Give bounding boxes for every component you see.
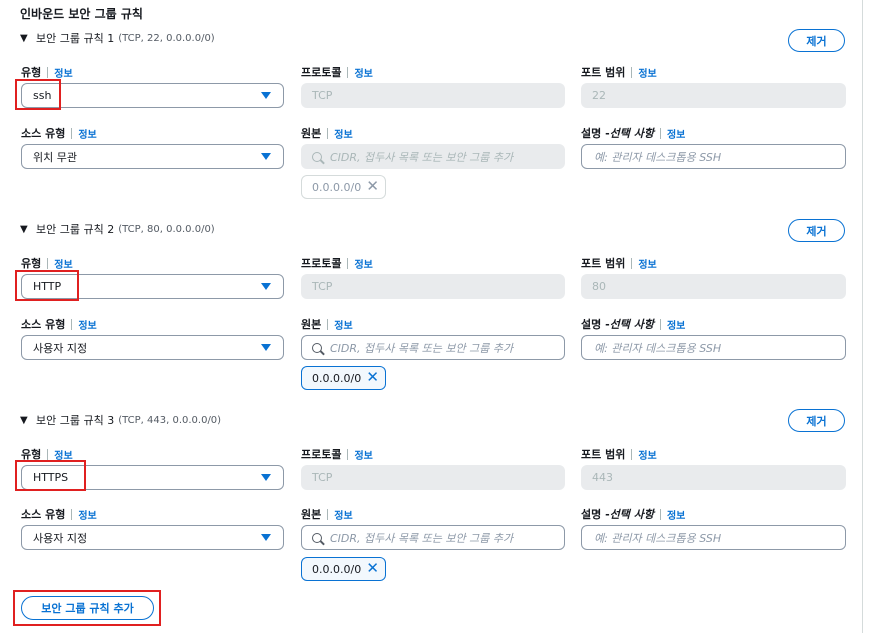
info-link[interactable]: 정보 — [54, 256, 72, 271]
rule-2-type-label: 유형 정보 — [21, 256, 73, 271]
search-icon — [312, 342, 322, 353]
rule-1-summary: (TCP, 22, 0.0.0.0/0) — [118, 32, 215, 44]
caret-down-icon: ▼ — [20, 223, 28, 235]
info-link[interactable]: 정보 — [78, 317, 96, 332]
rule-1-remove-button[interactable]: 제거 — [788, 29, 845, 52]
rule-2-source-type-label: 소스 유형 정보 — [21, 317, 97, 332]
info-link[interactable]: 정보 — [638, 447, 656, 462]
rule-1-source-label: 원본 정보 — [301, 126, 353, 141]
rule-2-description-input[interactable]: 예: 관리자 데스크톱용 SSH — [581, 335, 846, 360]
rule-1-source-type-label: 소스 유형 정보 — [21, 126, 97, 141]
rule-2-header[interactable]: ▼ 보안 그룹 규칙 2 (TCP, 80, 0.0.0.0/0) — [20, 221, 215, 237]
rule-2-port-label: 포트 범위 정보 — [581, 256, 657, 271]
info-link[interactable]: 정보 — [334, 126, 352, 141]
rule-1-source-search-input: CIDR, 접두사 목록 또는 보안 그룹 추가 — [301, 144, 565, 169]
rule-3-header[interactable]: ▼ 보안 그룹 규칙 3 (TCP, 443, 0.0.0.0/0) — [20, 412, 221, 428]
search-icon — [312, 151, 322, 162]
rule-2-type-select[interactable]: HTTP — [21, 274, 284, 299]
rule-3-title: 보안 그룹 규칙 3 — [36, 414, 115, 427]
close-icon[interactable]: ✕ — [366, 370, 379, 385]
info-link[interactable]: 정보 — [354, 447, 372, 462]
caret-down-icon: ▼ — [20, 32, 28, 44]
rule-1-title: 보안 그룹 규칙 1 — [36, 32, 115, 45]
rule-1-type-label: 유형 정보 — [21, 65, 73, 80]
rule-2-source-label: 원본 정보 — [301, 317, 353, 332]
rule-2-title: 보안 그룹 규칙 2 — [36, 223, 115, 236]
inbound-rules-panel: 인바운드 보안 그룹 규칙 ▼ 보안 그룹 규칙 1 (TCP, 22, 0.0… — [0, 0, 863, 633]
rule-2-source-search-input[interactable]: CIDR, 접두사 목록 또는 보안 그룹 추가 — [301, 335, 565, 360]
rule-3-source-token: 0.0.0.0/0 ✕ — [301, 557, 386, 581]
caret-down-icon: ▼ — [20, 414, 28, 426]
dropdown-caret-icon — [261, 92, 271, 99]
rule-3-source-type-label: 소스 유형 정보 — [21, 507, 97, 522]
close-icon[interactable]: ✕ — [366, 561, 379, 576]
rule-1-protocol-label: 프로토콜 정보 — [301, 65, 373, 80]
info-link[interactable]: 정보 — [667, 126, 685, 141]
rule-2-port-field: 80 — [581, 274, 846, 299]
dropdown-caret-icon — [261, 153, 271, 160]
add-rule-button[interactable]: 보안 그룹 규칙 추가 — [21, 596, 154, 620]
close-icon: ✕ — [366, 177, 379, 195]
info-link[interactable]: 정보 — [667, 317, 685, 332]
rule-3-type-label: 유형 정보 — [21, 447, 73, 462]
info-link[interactable]: 정보 — [334, 507, 352, 522]
rule-3-remove-button[interactable]: 제거 — [788, 409, 845, 432]
rule-2-remove-button[interactable]: 제거 — [788, 219, 845, 242]
rule-2-source-type-select[interactable]: 사용자 지정 — [21, 335, 284, 360]
rule-1-type-select[interactable]: ssh — [21, 83, 284, 108]
info-link[interactable]: 정보 — [54, 65, 72, 80]
info-link[interactable]: 정보 — [354, 65, 372, 80]
rule-1-description-label: 설명 - 선택 사항 정보 — [581, 126, 686, 141]
rule-2-protocol-label: 프로토콜 정보 — [301, 256, 373, 271]
rule-1-source-type-select[interactable]: 위치 무관 — [21, 144, 284, 169]
dropdown-caret-icon — [261, 344, 271, 351]
rule-3-port-field: 443 — [581, 465, 846, 490]
section-title: 인바운드 보안 그룹 규칙 — [20, 7, 143, 21]
rule-3-protocol-field: TCP — [301, 465, 565, 490]
rule-3-description-input[interactable]: 예: 관리자 데스크톱용 SSH — [581, 525, 846, 550]
info-link[interactable]: 정보 — [54, 447, 72, 462]
info-link[interactable]: 정보 — [78, 507, 96, 522]
info-link[interactable]: 정보 — [78, 126, 96, 141]
rule-3-source-type-select[interactable]: 사용자 지정 — [21, 525, 284, 550]
rule-1-header[interactable]: ▼ 보안 그룹 규칙 1 (TCP, 22, 0.0.0.0/0) — [20, 30, 215, 46]
rule-3-type-select[interactable]: HTTPS — [21, 465, 284, 490]
rule-2-protocol-field: TCP — [301, 274, 565, 299]
rule-3-description-label: 설명 - 선택 사항 정보 — [581, 507, 686, 522]
rule-3-port-label: 포트 범위 정보 — [581, 447, 657, 462]
rule-1-source-token: 0.0.0.0/0 ✕ — [301, 175, 386, 199]
rule-3-protocol-label: 프로토콜 정보 — [301, 447, 373, 462]
rule-3-summary: (TCP, 443, 0.0.0.0/0) — [118, 414, 222, 426]
rule-1-protocol-field: TCP — [301, 83, 565, 108]
info-link[interactable]: 정보 — [638, 256, 656, 271]
info-link[interactable]: 정보 — [354, 256, 372, 271]
rule-2-description-label: 설명 - 선택 사항 정보 — [581, 317, 686, 332]
rule-3-source-search-input[interactable]: CIDR, 접두사 목록 또는 보안 그룹 추가 — [301, 525, 565, 550]
dropdown-caret-icon — [261, 283, 271, 290]
rule-1-port-field: 22 — [581, 83, 846, 108]
rule-1-description-input[interactable]: 예: 관리자 데스크톱용 SSH — [581, 144, 846, 169]
info-link[interactable]: 정보 — [334, 317, 352, 332]
dropdown-caret-icon — [261, 534, 271, 541]
dropdown-caret-icon — [261, 474, 271, 481]
rule-2-summary: (TCP, 80, 0.0.0.0/0) — [118, 223, 215, 235]
info-link[interactable]: 정보 — [667, 507, 685, 522]
info-link[interactable]: 정보 — [638, 65, 656, 80]
rule-3-source-label: 원본 정보 — [301, 507, 353, 522]
rule-1-port-label: 포트 범위 정보 — [581, 65, 657, 80]
rule-2-source-token: 0.0.0.0/0 ✕ — [301, 366, 386, 390]
search-icon — [312, 532, 322, 543]
